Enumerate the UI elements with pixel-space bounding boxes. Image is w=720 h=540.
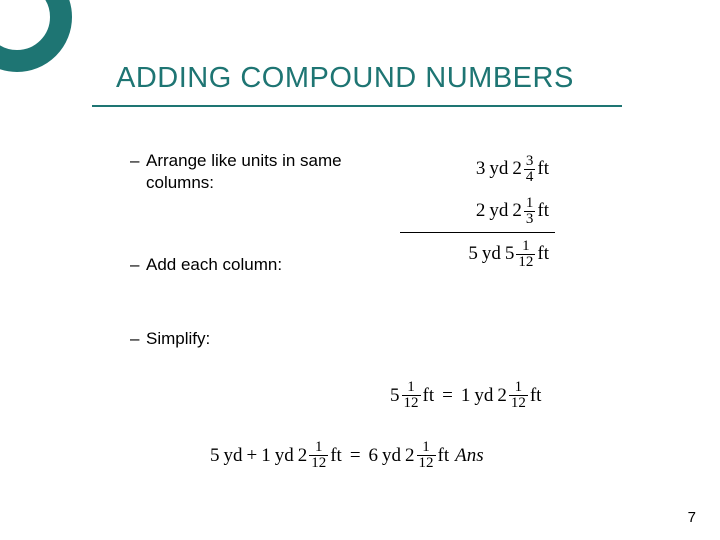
slide-title: ADDING COMPOUND NUMBERS	[116, 62, 574, 95]
title-underline	[92, 105, 622, 107]
conv-lhs-frac: 1 12	[402, 380, 421, 411]
r2-den: 3	[524, 211, 536, 227]
r2-yd-whole: 2	[476, 200, 486, 222]
unit-yd: yd	[489, 158, 508, 180]
conv-rhs-ft-whole: 2	[497, 385, 507, 407]
conv-rhs-yd: 1	[461, 385, 471, 407]
conv-eq: =	[442, 385, 453, 407]
final-c-frac: 1 12	[417, 440, 436, 471]
math-row-sum: 5 yd 5 1 12 ft	[400, 232, 555, 275]
unit-ft: ft	[438, 445, 450, 467]
bullet-item-2: – Add each column:	[130, 254, 370, 276]
r1-ft-whole: 2	[512, 158, 522, 180]
unit-yd: yd	[382, 445, 401, 467]
r1-num: 3	[524, 154, 536, 169]
sum-den: 12	[516, 254, 535, 270]
unit-yd: yd	[489, 200, 508, 222]
conv-lhs-den: 12	[402, 395, 421, 411]
r2-frac: 1 3	[524, 196, 536, 227]
final-plus: +	[247, 445, 258, 467]
bullet-dash: –	[130, 254, 146, 276]
unit-yd: yd	[275, 445, 294, 467]
bullet-text-2: Add each column:	[146, 254, 370, 276]
unit-ft: ft	[537, 200, 549, 222]
bullet-item-3: – Simplify:	[130, 328, 370, 350]
conv-lhs-whole: 5	[390, 385, 400, 407]
final-c-num: 1	[420, 440, 432, 455]
conversion-line: 5 1 12 ft = 1 yd 2 1 12 ft	[390, 380, 541, 411]
final-c-yd: 6	[369, 445, 379, 467]
r1-den: 4	[524, 169, 536, 185]
decorative-ring	[0, 0, 72, 72]
r2-num: 1	[524, 196, 536, 211]
bullet-dash: –	[130, 328, 146, 350]
conv-lhs-num: 1	[405, 380, 417, 395]
final-c-ft-whole: 2	[405, 445, 415, 467]
math-addition-column: 3 yd 2 3 4 ft 2 yd 2 1 3 ft 5 yd 5 1 12 …	[400, 148, 555, 275]
conv-lhs-unit: ft	[423, 385, 435, 407]
r1-frac: 3 4	[524, 154, 536, 185]
unit-yd: yd	[474, 385, 493, 407]
final-b-yd: 1	[261, 445, 271, 467]
final-b-num: 1	[313, 440, 325, 455]
bullet-text-1: Arrange like units in same columns:	[146, 150, 370, 194]
unit-ft: ft	[537, 158, 549, 180]
final-c-den: 12	[417, 455, 436, 471]
r2-ft-whole: 2	[512, 200, 522, 222]
conv-rhs-num: 1	[513, 380, 525, 395]
answer-label: Ans	[455, 445, 484, 467]
bullet-dash: –	[130, 150, 146, 172]
r1-yd-whole: 3	[476, 158, 486, 180]
final-answer-line: 5 yd + 1 yd 2 1 12 ft = 6 yd 2 1 12 ft A…	[210, 440, 484, 471]
sum-ft-whole: 5	[505, 243, 515, 265]
unit-ft: ft	[537, 243, 549, 265]
final-b-den: 12	[309, 455, 328, 471]
sum-frac: 1 12	[516, 239, 535, 270]
final-a-yd: 5	[210, 445, 220, 467]
bullet-item-1: – Arrange like units in same columns:	[130, 150, 370, 194]
math-row-2: 2 yd 2 1 3 ft	[400, 190, 555, 232]
unit-yd: yd	[224, 445, 243, 467]
unit-ft: ft	[530, 385, 542, 407]
final-eq: =	[350, 445, 361, 467]
unit-yd: yd	[482, 243, 501, 265]
sum-yd-whole: 5	[468, 243, 478, 265]
conv-rhs-den: 12	[509, 395, 528, 411]
conv-rhs-frac: 1 12	[509, 380, 528, 411]
unit-ft: ft	[330, 445, 342, 467]
final-b-ft-whole: 2	[298, 445, 308, 467]
bullet-list: – Arrange like units in same columns: – …	[130, 150, 370, 350]
sum-num: 1	[520, 239, 532, 254]
math-row-1: 3 yd 2 3 4 ft	[400, 148, 555, 190]
bullet-text-3: Simplify:	[146, 328, 370, 350]
final-b-frac: 1 12	[309, 440, 328, 471]
page-number: 7	[688, 509, 696, 526]
